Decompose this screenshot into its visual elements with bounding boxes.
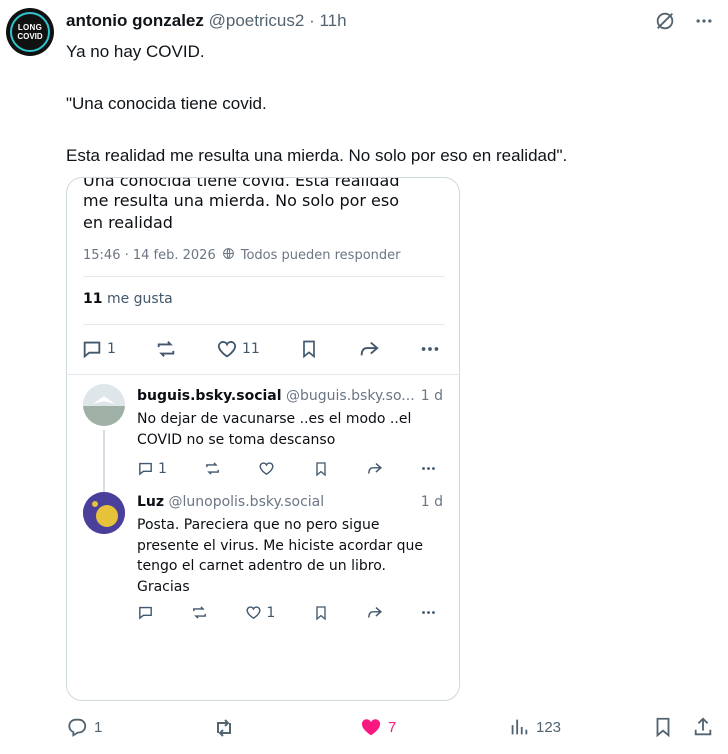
reply-text: No dejar de vacunarse ..es el modo ..el …: [137, 411, 412, 448]
reply-time: 1 d: [420, 388, 443, 404]
reply-author-handle[interactable]: @buguis.bsky.so...: [286, 388, 415, 404]
grok-icon[interactable]: [654, 10, 676, 32]
reply-author-name[interactable]: Luz: [137, 494, 164, 510]
reply-like-button[interactable]: [258, 460, 275, 477]
embed-like-count: 11: [242, 341, 260, 357]
tweet-line-1: Ya no hay COVID.: [66, 42, 205, 61]
reply-text: Posta. Pareciera que no pero sigue prese…: [137, 517, 423, 595]
repost-icon: [217, 719, 231, 737]
reply-author-name[interactable]: buguis.bsky.social: [137, 388, 282, 404]
divider: [67, 374, 459, 375]
author-name[interactable]: antonio gonzalez: [66, 11, 204, 30]
reply-header: buguis.bsky.social @buguis.bsky.so...: [137, 388, 415, 404]
embed-reply-count: 1: [107, 341, 116, 357]
reply-actions: 1: [137, 604, 437, 621]
tweet-text: Ya no hay COVID. "Una conocida tiene cov…: [66, 40, 706, 168]
globe-icon: [222, 247, 235, 264]
thread-line: [103, 430, 105, 492]
embed-repost-button[interactable]: [155, 338, 177, 360]
reply-time: 1 d: [420, 494, 443, 510]
reply-actions: 1: [137, 460, 437, 477]
reply-author-handle[interactable]: @lunopolis.bsky.social: [169, 494, 325, 510]
author-handle[interactable]: @poetricus2: [209, 11, 305, 30]
reply-reply-button[interactable]: 1: [137, 460, 167, 477]
reply-header: Luz @lunopolis.bsky.social: [137, 494, 324, 510]
reply-icon: [68, 718, 87, 737]
bookmark-icon: [315, 461, 326, 476]
reply-reply-button[interactable]: [137, 604, 154, 621]
reply-count: 1: [94, 718, 103, 736]
tweet-time[interactable]: · 11h: [309, 11, 347, 30]
share-icon: [694, 717, 712, 736]
author-avatar[interactable]: LONG COVID: [6, 8, 54, 56]
reply-more-button[interactable]: [420, 604, 437, 621]
avatar-ring: [10, 12, 50, 52]
tweet-action-bar: 1 7 123: [66, 716, 716, 746]
views-button[interactable]: 123: [508, 716, 561, 738]
embed-bookmark-button[interactable]: [299, 339, 319, 359]
share-icon: [367, 607, 382, 618]
heart-icon: [246, 606, 261, 620]
repost-icon: [206, 462, 219, 475]
share-button[interactable]: [692, 716, 714, 738]
reply-repost-button[interactable]: [191, 604, 208, 621]
bookmark-icon: [303, 340, 315, 359]
reply-bookmark-button[interactable]: [313, 605, 329, 621]
embed-more-button[interactable]: [419, 338, 441, 360]
reply-icon: [139, 606, 152, 620]
reply-icon: [139, 462, 152, 476]
reply-button[interactable]: 1: [66, 716, 102, 738]
embed-timestamp: 15:46 · 14 feb. 2026: [83, 248, 216, 263]
tweet-line-2: "Una conocida tiene covid.: [66, 94, 267, 113]
heart-icon: [259, 462, 274, 476]
embed-likes: 11 me gusta: [83, 291, 173, 307]
repost-icon: [157, 341, 175, 357]
bookmark-icon: [315, 605, 326, 620]
like-button[interactable]: 7: [360, 716, 396, 738]
embed-like-button[interactable]: 11: [216, 338, 260, 360]
tweet-header: antonio gonzalez @poetricus2 · 11h: [66, 9, 347, 33]
views-icon: [511, 719, 528, 735]
embed-share-button[interactable]: [358, 338, 380, 360]
embed-actions: 1 11: [81, 338, 441, 360]
embed-likes-label: me gusta: [106, 291, 173, 307]
reply-avatar[interactable]: [83, 492, 125, 534]
share-icon: [360, 341, 379, 356]
heart-filled-icon: [361, 719, 381, 736]
tweet-top-icons: [654, 10, 714, 32]
tweet-line-3: Esta realidad me resulta una mierda. No …: [66, 146, 568, 165]
repost-button[interactable]: [212, 716, 236, 740]
embed-likes-count: 11: [83, 291, 103, 307]
reply-repost-button[interactable]: [204, 460, 221, 477]
more-options-icon[interactable]: [694, 11, 714, 31]
reply-like-count: 1: [266, 604, 276, 621]
embed-reply-button[interactable]: 1: [81, 338, 116, 360]
like-count: 7: [388, 718, 397, 736]
reply-like-button[interactable]: 1: [245, 604, 275, 621]
embed-timestamp-row: 15:46 · 14 feb. 2026 Todos pueden respon…: [83, 247, 401, 264]
heart-icon: [217, 341, 237, 358]
reply-icon: [83, 341, 101, 359]
embed-body-text: me resulta una mierda. No solo por eso e…: [83, 191, 400, 232]
reply-reply-count: 1: [158, 460, 167, 477]
views-count: 123: [536, 718, 562, 736]
more-icon: [422, 611, 435, 614]
divider: [83, 276, 445, 277]
reply-avatar[interactable]: [83, 384, 125, 426]
bookmark-icon: [656, 717, 670, 738]
embedded-image[interactable]: Una conocida tiene covid. Esta realidad …: [66, 177, 460, 701]
reply-share-button[interactable]: [366, 604, 383, 621]
bookmark-button[interactable]: [652, 716, 674, 738]
more-icon: [422, 467, 435, 470]
more-icon: [421, 347, 439, 351]
reply-more-button[interactable]: [420, 460, 437, 477]
repost-icon: [193, 606, 207, 619]
reply-share-button[interactable]: [366, 460, 383, 477]
share-icon: [367, 463, 382, 474]
divider: [83, 324, 445, 325]
reply-bookmark-button[interactable]: [313, 461, 329, 477]
embed-reply-setting: Todos pueden responder: [240, 248, 401, 263]
